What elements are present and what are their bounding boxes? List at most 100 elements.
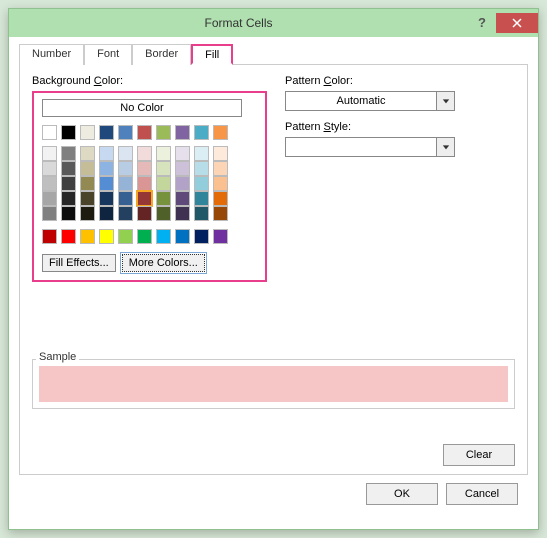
more-colors-button[interactable]: More Colors... [122,254,205,272]
color-swatch[interactable] [175,229,190,244]
color-swatch[interactable] [118,161,133,176]
pattern-style-label: Pattern Style: [285,121,515,133]
color-swatch[interactable] [118,229,133,244]
color-swatch[interactable] [213,161,228,176]
color-swatch[interactable] [156,146,171,161]
color-swatch[interactable] [61,161,76,176]
theme-colors-grid [42,125,257,140]
color-swatch[interactable] [213,146,228,161]
color-swatch[interactable] [99,176,114,191]
color-swatch[interactable] [213,229,228,244]
color-swatch[interactable] [213,125,228,140]
color-swatch[interactable] [194,125,209,140]
tab-fill[interactable]: Fill [191,44,233,65]
color-swatch[interactable] [118,125,133,140]
color-swatch[interactable] [61,229,76,244]
color-swatch[interactable] [137,206,152,221]
color-swatch[interactable] [156,206,171,221]
standard-colors-grid [42,229,257,244]
color-picker-area: No Color Fill Effects... More Colors... [32,91,267,282]
tab-border[interactable]: Border [132,44,191,65]
pattern-color-combo[interactable]: Automatic [285,91,455,111]
color-swatch[interactable] [137,125,152,140]
cancel-button[interactable]: Cancel [446,483,518,505]
titlebar: Format Cells ? [9,9,538,37]
color-swatch[interactable] [156,161,171,176]
fill-effects-button[interactable]: Fill Effects... [42,254,116,272]
color-swatch[interactable] [61,146,76,161]
color-swatch[interactable] [194,176,209,191]
color-swatch[interactable] [80,125,95,140]
color-swatch[interactable] [118,206,133,221]
color-swatch[interactable] [213,206,228,221]
dialog-title: Format Cells [9,16,468,30]
color-swatch[interactable] [61,206,76,221]
sample-label: Sample [36,351,79,363]
color-swatch[interactable] [80,229,95,244]
color-swatch[interactable] [194,146,209,161]
color-swatch[interactable] [175,125,190,140]
color-swatch[interactable] [194,229,209,244]
color-swatch[interactable] [175,161,190,176]
ok-button[interactable]: OK [366,483,438,505]
color-swatch[interactable] [80,146,95,161]
color-swatch[interactable] [175,146,190,161]
color-swatch[interactable] [213,176,228,191]
color-swatch[interactable] [213,191,228,206]
color-swatch[interactable] [61,176,76,191]
color-swatch[interactable] [137,191,152,206]
color-swatch[interactable] [175,206,190,221]
clear-button[interactable]: Clear [443,444,515,466]
color-swatch[interactable] [61,125,76,140]
color-swatch[interactable] [194,191,209,206]
chevron-down-icon [436,92,454,110]
color-swatch[interactable] [42,161,57,176]
color-swatch[interactable] [118,191,133,206]
color-swatch[interactable] [99,229,114,244]
color-swatch[interactable] [156,125,171,140]
color-swatch[interactable] [99,206,114,221]
tab-number[interactable]: Number [19,44,84,65]
color-swatch[interactable] [42,176,57,191]
fill-panel: Background Color: No Color Fill Effects.… [19,65,528,475]
no-color-button[interactable]: No Color [42,99,242,117]
help-button[interactable]: ? [468,13,496,33]
color-swatch[interactable] [156,229,171,244]
color-swatch[interactable] [42,125,57,140]
color-swatch[interactable] [137,176,152,191]
color-swatch[interactable] [99,146,114,161]
chevron-down-icon [436,138,454,156]
tab-strip: Number Font Border Fill [19,43,528,65]
color-swatch[interactable] [80,176,95,191]
color-swatch[interactable] [99,125,114,140]
color-swatch[interactable] [61,191,76,206]
tab-font[interactable]: Font [84,44,132,65]
close-button[interactable] [496,13,538,33]
color-swatch[interactable] [118,146,133,161]
color-swatch[interactable] [156,191,171,206]
dialog-footer: OK Cancel [19,475,528,519]
color-swatch[interactable] [156,176,171,191]
background-color-label: Background Color: [32,75,267,87]
color-swatch[interactable] [42,191,57,206]
pattern-color-label: Pattern Color: [285,75,515,87]
color-swatch[interactable] [118,176,133,191]
color-swatch[interactable] [42,146,57,161]
color-swatch[interactable] [80,206,95,221]
color-swatch[interactable] [175,191,190,206]
color-swatch[interactable] [137,229,152,244]
color-swatch[interactable] [80,191,95,206]
color-swatch[interactable] [175,176,190,191]
color-swatch[interactable] [137,146,152,161]
pattern-style-combo[interactable] [285,137,455,157]
color-swatch[interactable] [80,161,95,176]
color-swatch[interactable] [42,206,57,221]
pattern-color-value: Automatic [286,95,436,107]
color-swatch[interactable] [137,161,152,176]
sample-preview [39,366,508,402]
color-swatch[interactable] [194,206,209,221]
color-swatch[interactable] [194,161,209,176]
color-swatch[interactable] [99,161,114,176]
color-swatch[interactable] [99,191,114,206]
color-swatch[interactable] [42,229,57,244]
